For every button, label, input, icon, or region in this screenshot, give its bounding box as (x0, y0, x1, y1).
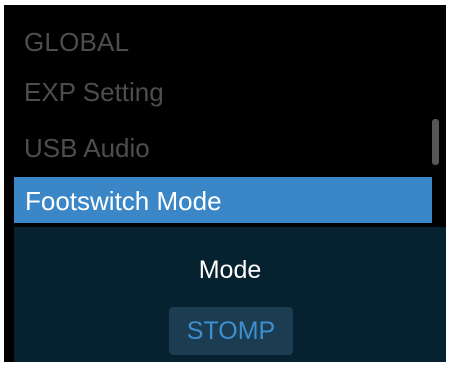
page-title: GLOBAL (24, 27, 130, 57)
menu-item-exp-setting[interactable]: EXP Setting (24, 77, 164, 108)
mode-value-button[interactable]: STOMP (169, 307, 293, 355)
mode-label: Mode (198, 256, 262, 284)
menu-scrollbar[interactable] (432, 119, 439, 165)
menu-item-label: Footswitch Mode (25, 186, 222, 216)
menu-item-footswitch-mode[interactable]: Footswitch Mode (14, 177, 432, 223)
menu-item-usb-audio[interactable]: USB Audio (24, 133, 150, 164)
device-screen: GLOBAL EXP Setting USB Audio Footswitch … (4, 5, 446, 362)
footswitch-mode-panel: Mode STOMP (14, 227, 446, 362)
